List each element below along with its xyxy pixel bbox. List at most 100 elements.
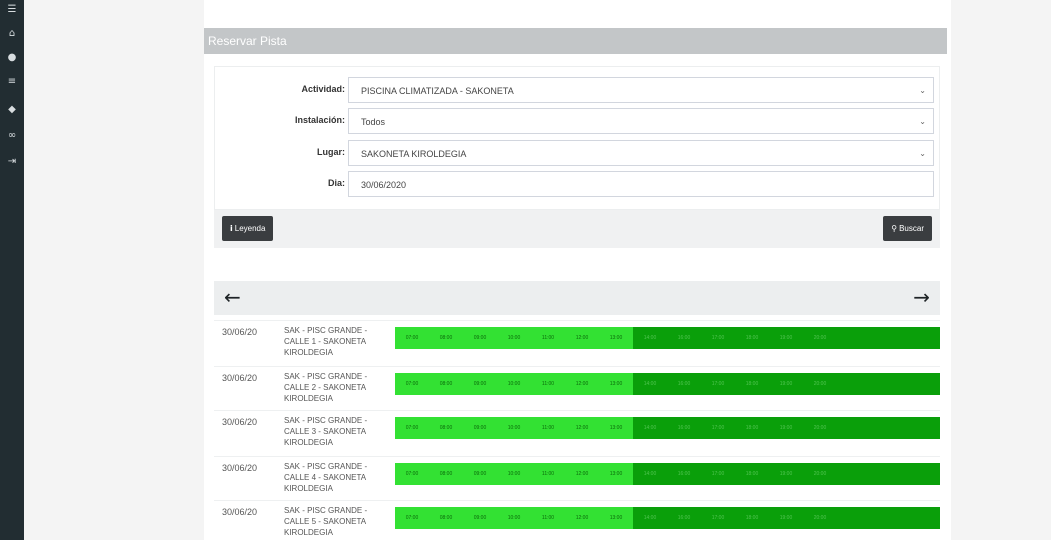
time-slot[interactable]: 14:00: [633, 381, 667, 387]
dia-label: Dia:: [327, 178, 345, 188]
time-slot[interactable]: 13:00: [599, 471, 633, 477]
time-slot[interactable]: 11:00: [531, 471, 565, 477]
time-slot[interactable]: 09:00: [463, 515, 497, 521]
menu-icon[interactable]: ☰: [0, 4, 24, 16]
time-slot[interactable]: 13:00: [599, 381, 633, 387]
time-slot[interactable]: 12:00: [565, 381, 599, 387]
time-slot[interactable]: 17:00: [701, 515, 735, 521]
time-slot[interactable]: 17:00: [701, 381, 735, 387]
time-slot[interactable]: 20:00: [803, 471, 837, 477]
time-slot[interactable]: 12:00: [565, 335, 599, 341]
time-slot[interactable]: 10:00: [497, 471, 531, 477]
time-slot[interactable]: 14:00: [633, 471, 667, 477]
leyenda-label: Leyenda: [234, 224, 266, 233]
time-slots: 07:00 08:00 09:00 10:00 11:00 12:00 13:00 14:0…: [395, 463, 940, 485]
instalacion-select[interactable]: Todos ⌄: [348, 108, 934, 134]
time-slot[interactable]: 11:00: [531, 515, 565, 521]
time-slot[interactable]: 08:00: [429, 471, 463, 477]
logout-icon[interactable]: ⇥: [0, 156, 24, 168]
time-slot[interactable]: 14:00: [633, 515, 667, 521]
time-slot[interactable]: 13:00: [599, 425, 633, 431]
time-slot[interactable]: 07:00: [395, 471, 429, 477]
row-place: SAK - PISC GRANDE - CALLE 3 - SAKONETA K…: [284, 416, 368, 447]
time-slot[interactable]: 16:00: [667, 425, 701, 431]
time-slot[interactable]: 07:00: [395, 515, 429, 521]
row-place: SAK - PISC GRANDE - CALLE 4 - SAKONETA K…: [284, 462, 368, 493]
time-slot[interactable]: 19:00: [769, 515, 803, 521]
lugar-select[interactable]: SAKONETA KIROLDEGIA ⌄: [348, 140, 934, 166]
link-icon[interactable]: ∞: [0, 130, 24, 142]
time-slot[interactable]: 20:00: [803, 515, 837, 521]
time-slot[interactable]: 08:00: [429, 425, 463, 431]
time-slot[interactable]: 07:00: [395, 335, 429, 341]
time-slot[interactable]: 20:00: [803, 425, 837, 431]
time-slot[interactable]: 16:00: [667, 335, 701, 341]
tag-icon[interactable]: ◆: [0, 104, 24, 116]
time-slot[interactable]: 16:00: [667, 471, 701, 477]
page-header: Reservar Pista: [204, 28, 947, 54]
slots-afternoon: 14:00 16:00 17:00 18:00 19:00 20:00: [633, 463, 940, 485]
row-place: SAK - PISC GRANDE - CALLE 1 - SAKONETA K…: [284, 326, 368, 357]
time-slot[interactable]: 19:00: [769, 335, 803, 341]
slots-morning: 07:00 08:00 09:00 10:00 11:00 12:00 13:00: [395, 463, 633, 485]
time-slot[interactable]: 09:00: [463, 335, 497, 341]
dia-input[interactable]: 30/06/2020: [348, 171, 934, 197]
time-slot[interactable]: 09:00: [463, 381, 497, 387]
time-slot[interactable]: 17:00: [701, 471, 735, 477]
time-slot[interactable]: 07:00: [395, 425, 429, 431]
time-slot[interactable]: 10:00: [497, 515, 531, 521]
time-slot[interactable]: 20:00: [803, 381, 837, 387]
time-slot[interactable]: 11:00: [531, 425, 565, 431]
schedule-row: 30/06/20 SAK - PISC GRANDE - CALLE 5 - S…: [214, 500, 940, 540]
time-slot[interactable]: 19:00: [769, 425, 803, 431]
time-slot[interactable]: 08:00: [429, 515, 463, 521]
time-slot[interactable]: 09:00: [463, 471, 497, 477]
time-slot[interactable]: 13:00: [599, 515, 633, 521]
slots-morning: 07:00 08:00 09:00 10:00 11:00 12:00 13:00: [395, 327, 633, 349]
time-slot[interactable]: 12:00: [565, 515, 599, 521]
buscar-button[interactable]: ⚲ Buscar: [883, 216, 932, 241]
user-icon[interactable]: ●: [0, 52, 24, 64]
list-icon[interactable]: ≡: [0, 76, 24, 88]
time-slot[interactable]: 07:00: [395, 381, 429, 387]
time-slot[interactable]: 14:00: [633, 425, 667, 431]
time-slot[interactable]: 18:00: [735, 471, 769, 477]
time-slot[interactable]: 18:00: [735, 335, 769, 341]
slots-morning: 07:00 08:00 09:00 10:00 11:00 12:00 13:00: [395, 507, 633, 529]
time-slot[interactable]: 13:00: [599, 335, 633, 341]
buscar-label: Buscar: [899, 224, 924, 233]
actividad-select[interactable]: PISCINA CLIMATIZADA - SAKONETA ⌄: [348, 77, 934, 103]
time-slot[interactable]: 10:00: [497, 381, 531, 387]
time-slot[interactable]: 17:00: [701, 335, 735, 341]
time-slot[interactable]: 10:00: [497, 335, 531, 341]
search-icon: ⚲: [891, 224, 898, 233]
arrow-left-icon[interactable]: ←: [224, 286, 241, 308]
time-slot[interactable]: 16:00: [667, 515, 701, 521]
row-date: 30/06/20: [222, 373, 258, 383]
time-slot[interactable]: 18:00: [735, 425, 769, 431]
actividad-value: PISCINA CLIMATIZADA - SAKONETA: [361, 86, 514, 96]
search-form: Actividad: PISCINA CLIMATIZADA - SAKONET…: [214, 66, 940, 210]
time-slot[interactable]: 09:00: [463, 425, 497, 431]
time-slot[interactable]: 11:00: [531, 381, 565, 387]
time-slot[interactable]: 16:00: [667, 381, 701, 387]
time-slot[interactable]: 08:00: [429, 381, 463, 387]
time-slot[interactable]: 11:00: [531, 335, 565, 341]
time-slot[interactable]: 20:00: [803, 335, 837, 341]
time-slot[interactable]: 18:00: [735, 381, 769, 387]
time-slot[interactable]: 19:00: [769, 381, 803, 387]
time-slot[interactable]: 12:00: [565, 425, 599, 431]
arrow-right-icon[interactable]: →: [913, 286, 930, 308]
time-slot[interactable]: 12:00: [565, 471, 599, 477]
time-slot[interactable]: 10:00: [497, 425, 531, 431]
time-slot[interactable]: 08:00: [429, 335, 463, 341]
home-icon[interactable]: ⌂: [0, 28, 24, 40]
time-slot[interactable]: 18:00: [735, 515, 769, 521]
page-title: Reservar Pista: [208, 34, 287, 48]
schedule-row: 30/06/20 SAK - PISC GRANDE - CALLE 4 - S…: [214, 456, 940, 503]
time-slots: 07:00 08:00 09:00 10:00 11:00 12:00 13:00 14:0…: [395, 417, 940, 439]
time-slot[interactable]: 17:00: [701, 425, 735, 431]
leyenda-button[interactable]: i Leyenda: [222, 216, 274, 241]
time-slot[interactable]: 14:00: [633, 335, 667, 341]
time-slot[interactable]: 19:00: [769, 471, 803, 477]
